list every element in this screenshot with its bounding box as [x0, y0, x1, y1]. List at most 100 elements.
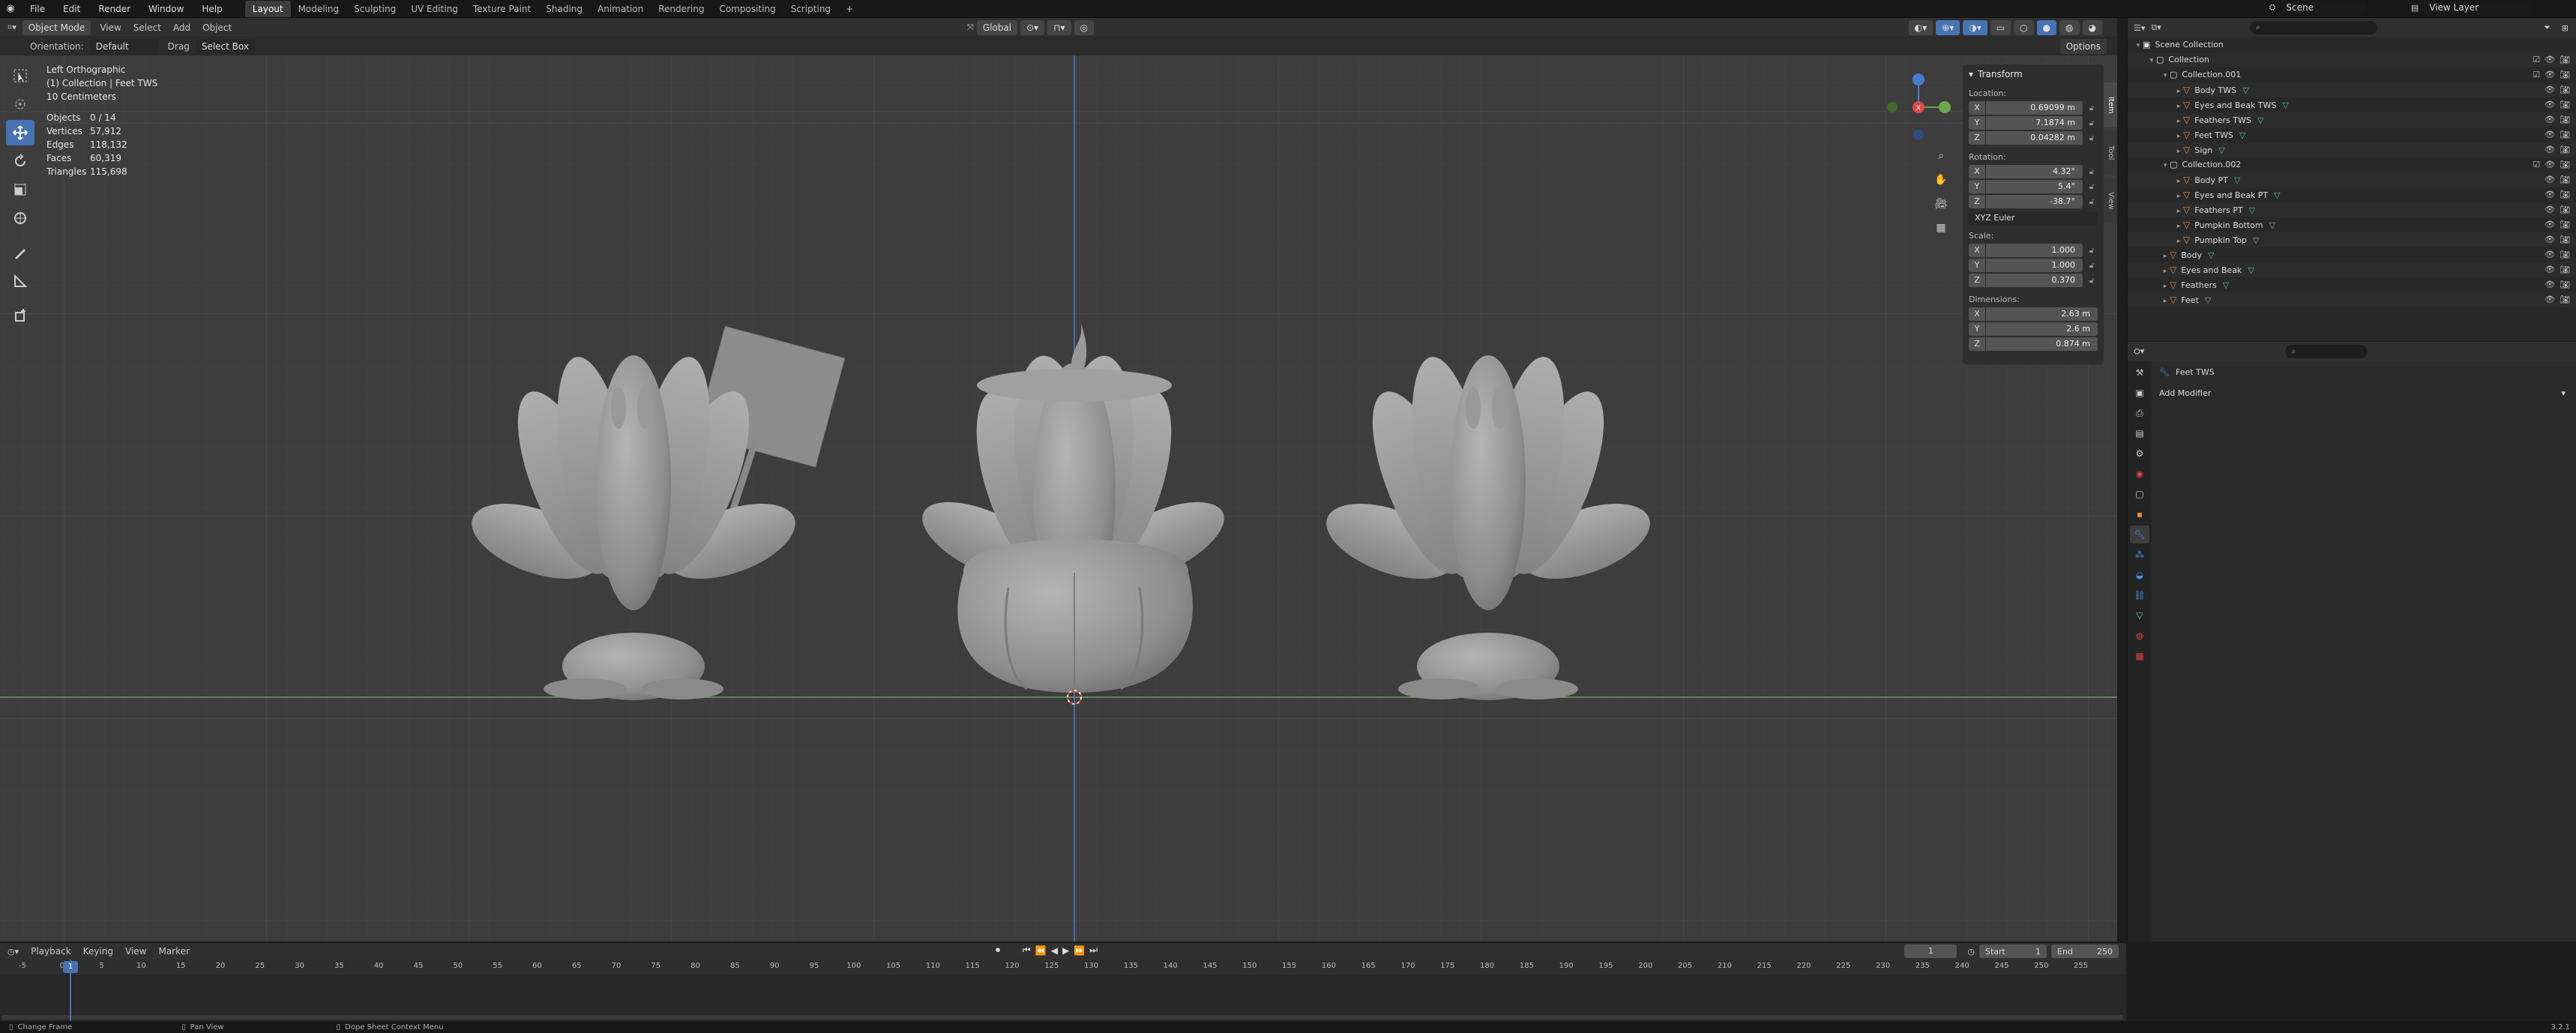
camera-icon[interactable]: 📷︎: [2560, 172, 2570, 187]
mesh-data-icon[interactable]: ▽: [2274, 190, 2280, 200]
include-checkbox-icon[interactable]: ☑: [2533, 52, 2540, 67]
timeline-editor-icon[interactable]: ◷▾: [7, 947, 19, 957]
outliner-row[interactable]: ▾ ▢ Collection.001 ☑ 👁︎ 📷︎: [2128, 67, 2576, 82]
include-checkbox-icon[interactable]: ☑: [2533, 67, 2540, 82]
transform-orientation-select[interactable]: Global: [976, 20, 1018, 35]
mesh-data-icon[interactable]: ▽: [2205, 295, 2211, 305]
eye-icon[interactable]: 👁︎: [2545, 127, 2555, 142]
cursor-tool-icon[interactable]: [6, 91, 34, 117]
menu-render[interactable]: Render: [89, 0, 139, 18]
tab-sculpting[interactable]: Sculpting: [346, 1, 403, 17]
add-workspace-icon[interactable]: +: [838, 1, 861, 17]
dimensions-x-field[interactable]: X 2.63 m: [1969, 307, 2098, 321]
scale-x-field[interactable]: X 1.000 🔓︎: [1969, 244, 2098, 257]
rotation-mode-select[interactable]: XYZ Euler: [1969, 211, 2098, 225]
expand-toggle-icon[interactable]: ▾: [2147, 53, 2156, 68]
move-tool-icon[interactable]: [6, 120, 34, 145]
eye-icon[interactable]: 👁︎: [2545, 157, 2555, 172]
camera-icon[interactable]: 📷︎: [2560, 262, 2570, 277]
menu-playback[interactable]: Playback: [31, 944, 71, 959]
blender-logo-icon[interactable]: ◉: [0, 3, 21, 14]
scale-z-field[interactable]: Z 0.370 🔓︎: [1969, 274, 2098, 287]
mesh-data-icon[interactable]: ▽: [2282, 100, 2288, 110]
scale-tool-icon[interactable]: [6, 177, 34, 202]
physics-props-icon[interactable]: ◒: [2130, 566, 2149, 584]
drag-select[interactable]: Select Box: [195, 39, 255, 54]
menu-object[interactable]: Object: [202, 20, 232, 35]
camera-icon[interactable]: 📷︎: [2560, 292, 2570, 307]
expand-toggle-icon[interactable]: ▸: [2161, 294, 2170, 309]
eye-icon[interactable]: 👁︎: [2545, 187, 2555, 202]
annotate-tool-icon[interactable]: [6, 240, 34, 265]
transform-panel-header[interactable]: ▾ Transform: [1969, 69, 2098, 79]
mesh-data-icon[interactable]: ▽: [2257, 115, 2263, 125]
scene-selector[interactable]: ⛭ Scene: [2269, 1, 2366, 13]
material-props-icon[interactable]: ◍: [2130, 627, 2149, 645]
tab-shading[interactable]: Shading: [538, 1, 590, 17]
rotate-tool-icon[interactable]: [6, 148, 34, 174]
expand-toggle-icon[interactable]: ▸: [2174, 144, 2183, 159]
outliner-row[interactable]: ▸ ▽ Body PT ▽ 👁︎ 📷︎: [2128, 172, 2576, 187]
measure-tool-icon[interactable]: [6, 268, 34, 294]
constraints-props-icon[interactable]: ⛓: [2130, 586, 2149, 604]
current-frame-field[interactable]: 1: [1904, 945, 1957, 958]
shading-rendered-icon[interactable]: ◕: [2082, 20, 2102, 35]
expand-toggle-icon[interactable]: ▸: [2174, 219, 2183, 234]
expand-toggle-icon[interactable]: ▸: [2174, 204, 2183, 219]
start-frame-field[interactable]: Start 1: [1979, 945, 2047, 958]
camera-icon[interactable]: 📷︎: [2560, 127, 2570, 142]
tab-layout[interactable]: Layout: [244, 1, 291, 17]
rotation-z-field[interactable]: Z -38.7° 🔓︎: [1969, 195, 2098, 208]
outliner-row[interactable]: ▸ ▽ Eyes and Beak PT ▽ 👁︎ 📷︎: [2128, 187, 2576, 202]
3d-viewport[interactable]: ⌗▾ Object Mode View Select Add Object ⤧ …: [0, 18, 2117, 942]
outliner-editor-icon[interactable]: ☰▾: [2134, 23, 2145, 33]
menu-view[interactable]: View: [100, 20, 121, 35]
outliner-row[interactable]: ▸ ▽ Eyes and Beak TWS ▽ 👁︎ 📷︎: [2128, 97, 2576, 112]
camera-icon[interactable]: 📷︎: [2560, 202, 2570, 217]
mesh-data-icon[interactable]: ▽: [2249, 205, 2255, 215]
pan-hand-icon[interactable]: ✋: [1931, 169, 1951, 190]
add-cube-tool-icon[interactable]: [6, 303, 34, 328]
outliner-row[interactable]: ▸ ▽ Eyes and Beak ▽ 👁︎ 📷︎: [2128, 262, 2576, 277]
eye-icon[interactable]: 👁︎: [2545, 202, 2555, 217]
rotation-x-field[interactable]: X 4.32° 🔓︎: [1969, 165, 2098, 178]
camera-icon[interactable]: 📷︎: [2560, 277, 2570, 292]
camera-icon[interactable]: 📷︎: [2560, 67, 2570, 82]
eye-icon[interactable]: 👁︎: [2545, 67, 2555, 82]
tab-view[interactable]: View: [2104, 178, 2117, 223]
menu-edit[interactable]: Edit: [54, 0, 89, 18]
menu-window[interactable]: Window: [139, 0, 193, 18]
outliner-row[interactable]: ▸ ▽ Feet TWS ▽ 👁︎ 📷︎: [2128, 127, 2576, 142]
outliner-row[interactable]: ▸ ▽ Sign ▽ 👁︎ 📷︎: [2128, 142, 2576, 157]
outliner-row[interactable]: ▾ ▣ Scene Collection: [2128, 37, 2576, 52]
mesh-data-icon[interactable]: ▽: [2242, 85, 2248, 95]
view-layer-selector[interactable]: ▤ View Layer: [2411, 1, 2531, 13]
camera-icon[interactable]: 📷︎: [2560, 247, 2570, 262]
modifier-props-icon[interactable]: 🔧︎: [2130, 525, 2149, 543]
editor-type-icon[interactable]: ⌗▾: [7, 22, 16, 33]
location-y-field[interactable]: Y 7.1874 m 🔓︎: [1969, 116, 2098, 130]
menu-select[interactable]: Select: [133, 20, 161, 35]
menu-file[interactable]: File: [21, 0, 54, 18]
particles-props-icon[interactable]: ⁂: [2130, 546, 2149, 564]
gizmo-toggle-icon[interactable]: ⊕▾: [1936, 20, 1960, 35]
transform-tool-icon[interactable]: [6, 205, 34, 231]
tab-item[interactable]: Item: [2104, 82, 2117, 127]
camera-icon[interactable]: 📷︎: [2560, 142, 2570, 157]
jump-keyframe-forward-icon[interactable]: ⏩: [1074, 945, 1085, 956]
tab-rendering[interactable]: Rendering: [651, 1, 711, 17]
ortho-toggle-icon[interactable]: ▦: [1931, 217, 1951, 238]
camera-icon[interactable]: 📷︎: [2560, 232, 2570, 247]
outliner-row[interactable]: ▾ ▢ Collection ☑ 👁︎ 📷︎: [2128, 52, 2576, 67]
object-props-icon[interactable]: ▪: [2130, 505, 2149, 523]
dimensions-y-field[interactable]: Y 2.6 m: [1969, 322, 2098, 336]
timeline-ruler[interactable]: -5 0 5 10 15 20 25 30 35 40 45 50 55 60 65 70 75 80 85 90 95…: [0, 960, 2126, 975]
eye-icon[interactable]: 👁︎: [2545, 262, 2555, 277]
outliner-row[interactable]: ▾ ▢ Collection.002 ☑ 👁︎ 📷︎: [2128, 157, 2576, 172]
shading-material-icon[interactable]: ◍: [2059, 20, 2080, 35]
outliner-row[interactable]: ▸ ▽ Feathers ▽ 👁︎ 📷︎: [2128, 277, 2576, 292]
camera-icon[interactable]: 📷︎: [2560, 52, 2570, 67]
xray-icon[interactable]: ▭: [1990, 20, 2011, 35]
visibility-icon[interactable]: ◐▾: [1908, 20, 1933, 35]
camera-icon[interactable]: 📷︎: [2560, 82, 2570, 97]
